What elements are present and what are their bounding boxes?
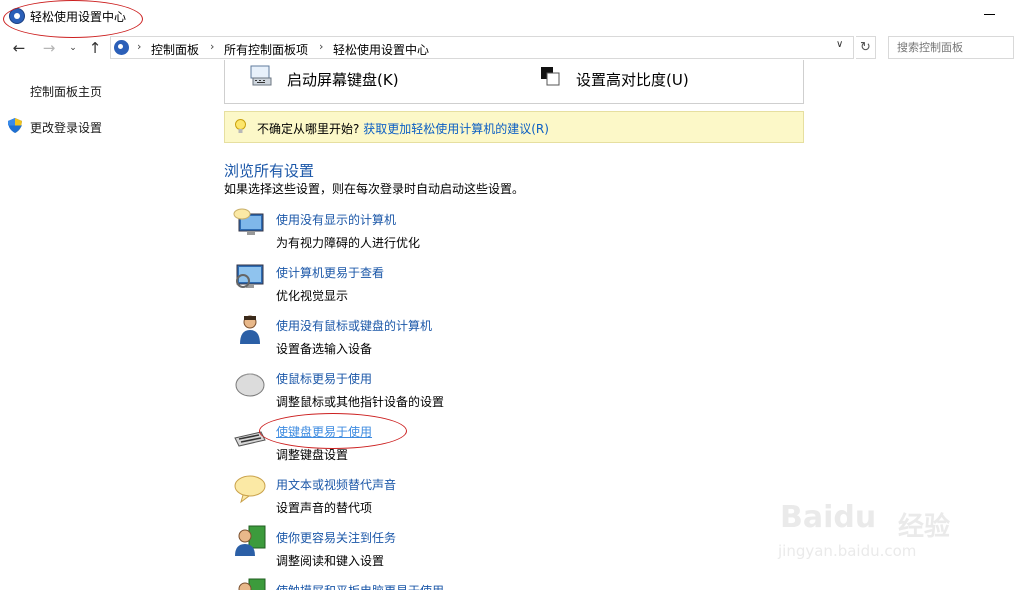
navigation-bar: ← → ⌄ ↑ › 控制面板 › 所有控制面板项 › 轻松使用设置中心 ∨ ↻ [0,36,1016,60]
speech-bubble-icon [234,475,266,504]
refresh-icon[interactable]: ↻ [856,36,876,59]
item-no-display-desc: 为有视力障碍的人进行优化 [276,236,421,250]
speech-monitor-icon [233,208,264,235]
window-title: 轻松使用设置中心 [30,10,127,24]
back-arrow-icon[interactable]: ← [10,39,28,57]
search-input[interactable] [888,36,1014,59]
watermark-cn: 经验 [898,512,951,542]
item-no-display-link[interactable]: 使用没有显示的计算机 [276,211,396,228]
chevron-down-icon[interactable]: ∨ [836,39,843,50]
item-no-mouse-keyboard-desc: 设置备选输入设备 [276,342,373,356]
item-keyboard-easier-link[interactable]: 使键盘更易于使用 [276,423,372,440]
item-no-mouse-keyboard-link[interactable]: 使用没有鼠标或键盘的计算机 [276,317,432,334]
breadcrumb-control-panel[interactable]: 控制面板 [151,41,199,58]
item-mouse-easier-link[interactable]: 使鼠标更易于使用 [276,370,372,387]
up-arrow-icon[interactable]: ↑ [86,39,104,57]
section-subtitle: 如果选择这些设置，则在每次登录时自动启动这些设置。 [224,182,525,196]
lightbulb-icon [235,119,246,133]
user-document-icon [235,525,266,556]
item-mouse-easier-desc: 调整鼠标或其他指针设备的设置 [276,395,445,409]
recent-dropdown-icon[interactable]: ⌄ [64,39,82,57]
touch-icon [238,578,266,590]
item-focus-tasks-desc: 调整阅读和键入设置 [276,554,385,568]
keyboard-icon [234,431,266,447]
chevron-right-icon[interactable]: › [210,40,214,53]
item-keyboard-easier-desc: 调整键盘设置 [276,448,349,462]
item-easier-to-see-link[interactable]: 使计算机更易于查看 [276,264,384,281]
watermark-brand: Baidu [780,500,877,535]
item-sound-alternative-link[interactable]: 用文本或视频替代声音 [276,476,396,493]
title-bar: 轻松使用设置中心 [0,0,1016,34]
section-title: 浏览所有设置 [224,162,315,180]
change-login-settings-link[interactable]: 更改登录设置 [30,119,102,136]
address-bar[interactable]: › 控制面板 › 所有控制面板项 › 轻松使用设置中心 [110,36,854,59]
item-easier-to-see-desc: 优化视觉显示 [276,289,349,303]
item-focus-tasks-link[interactable]: 使你更容易关注到任务 [276,529,396,546]
control-panel-icon [114,40,129,55]
mouse-icon [235,373,265,397]
baidu-watermark: Baidu 经验 jingyan.baidu.com [778,478,968,568]
hint-bar: 不确定从哪里开始? 获取更加轻松使用计算机的建议(R) [224,111,804,143]
hint-text: 不确定从哪里开始? 获取更加轻松使用计算机的建议(R) [257,120,549,137]
minimize-button[interactable] [982,6,998,22]
high-contrast-link[interactable]: 设置高对比度(U) [576,69,689,90]
chevron-right-icon[interactable]: › [319,40,323,53]
control-panel-home-link[interactable]: 控制面板主页 [30,83,102,100]
suggestions-link[interactable]: 获取更加轻松使用计算机的建议(R) [363,122,549,136]
on-screen-keyboard-icon [250,65,272,86]
hint-label: 不确定从哪里开始? [257,122,360,136]
chevron-right-icon[interactable]: › [137,40,141,53]
ease-of-access-icon [9,8,25,24]
breadcrumb-current[interactable]: 轻松使用设置中心 [333,41,429,58]
on-screen-keyboard-link[interactable]: 启动屏幕键盘(K) [287,69,399,90]
magnifier-monitor-icon [236,264,264,288]
high-contrast-icon [541,67,560,86]
item-touch-easier-link[interactable]: 使触摸屏和平板电脑更易于使用 [276,582,444,590]
breadcrumb-all-items[interactable]: 所有控制面板项 [224,41,308,58]
user-icon [240,315,260,344]
item-sound-alternative-desc: 设置声音的替代项 [276,501,373,515]
watermark-url: jingyan.baidu.com [778,542,917,560]
forward-arrow-icon[interactable]: → [40,39,58,57]
quick-access-box: 启动屏幕键盘(K) 设置高对比度(U) [224,60,804,104]
shield-icon [8,118,22,133]
